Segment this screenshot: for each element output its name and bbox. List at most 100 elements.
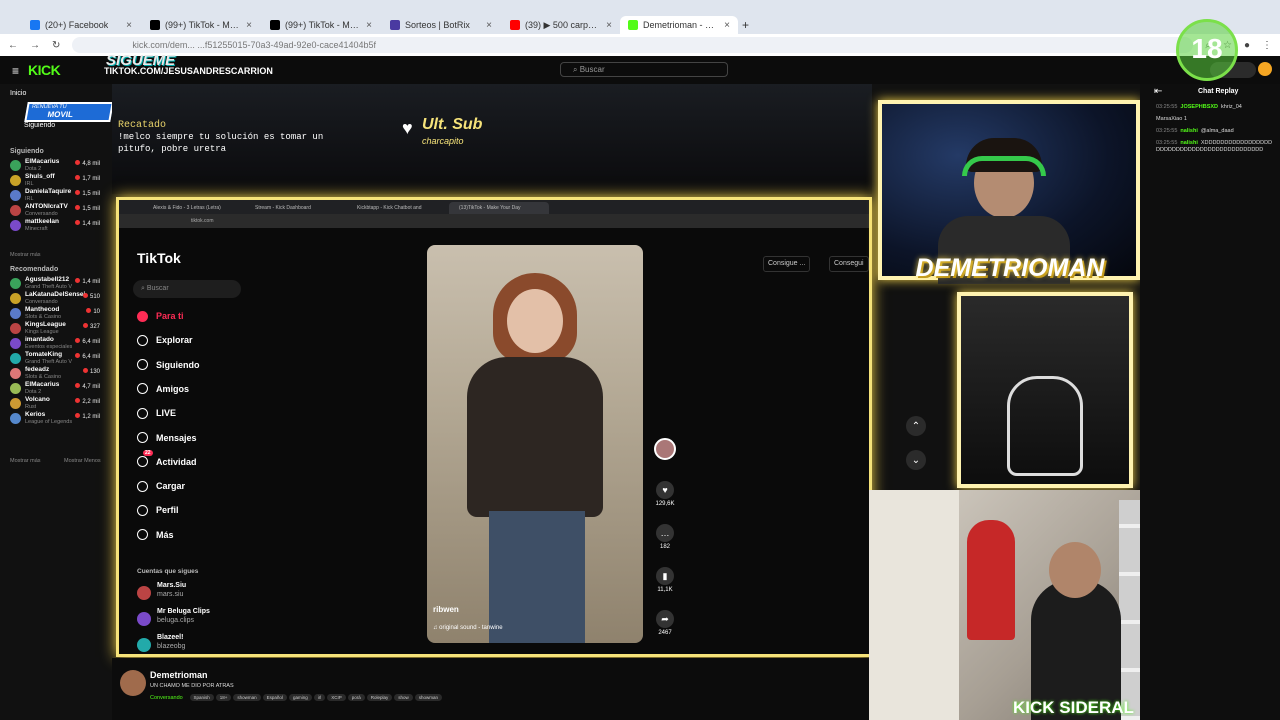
hamburger-menu-icon[interactable]: ≡: [12, 64, 19, 78]
sidebar-channel[interactable]: DanielaTaquire IRL 1,5 mil: [10, 188, 110, 204]
stream-tag[interactable]: porá: [347, 694, 365, 701]
new-tab-button[interactable]: +: [738, 16, 756, 34]
streamer-name-overlay: DEMETRIOMAN: [915, 254, 1105, 282]
browser-tab[interactable]: (99+) TikTok - Make Your Day×: [142, 16, 260, 34]
channel-avatar: [10, 220, 21, 231]
close-tab-icon[interactable]: ×: [126, 20, 132, 31]
streamer-webcam: [878, 100, 1140, 284]
channel-avatar[interactable]: [120, 670, 146, 696]
back-icon[interactable]: ←: [8, 40, 18, 51]
sidebar-channel[interactable]: Kerios League of Legends 1,2 mil: [10, 411, 110, 427]
kick-logo[interactable]: KICK: [28, 62, 61, 78]
sidebar-channel[interactable]: ANTONIcraTV Conversando 1,5 mil: [10, 203, 110, 219]
recommended-header: Recomendado: [10, 266, 59, 273]
show-less-link[interactable]: Mostrar Menos: [64, 458, 101, 464]
nav-following[interactable]: Siguiendo: [24, 122, 55, 129]
browser-tab[interactable]: (20+) Facebook ×: [22, 16, 140, 34]
channel-avatar: [10, 205, 21, 216]
profile-icon[interactable]: ●: [1244, 40, 1250, 51]
sidebar-channel[interactable]: KingsLeague Kings League 327: [10, 321, 110, 337]
video-subject-jacket: [467, 357, 603, 517]
nav-icon: [137, 310, 148, 322]
nav-icon: [137, 334, 148, 346]
channel-category: Dota 2: [25, 166, 42, 172]
stream-tag[interactable]: showman: [414, 694, 443, 701]
stream-tag[interactable]: Español: [262, 694, 287, 701]
close-tab-icon[interactable]: ×: [246, 20, 252, 31]
browser-tab-active[interactable]: Demetrioman - Watch the×: [620, 16, 738, 34]
sidebar-channel[interactable]: Volcano Rust 2,2 mil: [10, 396, 110, 412]
sidebar-channel[interactable]: ElMacarius Dota 2 4,8 mil: [10, 158, 110, 174]
event-overlay: Recatado !melco siempre tu solución es t…: [118, 120, 358, 160]
stream-tag[interactable]: Spanish: [189, 694, 214, 701]
channel-avatar: [10, 308, 21, 319]
stream-tag[interactable]: Roleplay: [366, 694, 393, 701]
channel-avatar: [10, 353, 21, 364]
menu-icon[interactable]: ⋮: [1262, 40, 1272, 51]
stream-tag[interactable]: showman: [233, 694, 261, 701]
sidebar-channel[interactable]: imantado Eventos especiales 6,4 mil: [10, 336, 110, 352]
viewer-count: 1,5 mil: [75, 205, 100, 212]
nav-home[interactable]: Inicio: [10, 90, 26, 97]
browser-tab[interactable]: Sorteos | BotRix ×: [382, 16, 500, 34]
sidebar-channel[interactable]: Manthecod Slots & Casino 10: [10, 306, 110, 322]
close-tab-icon[interactable]: ×: [606, 20, 612, 31]
chevron-up-icon: ⌃: [906, 416, 926, 436]
overlay-panel: [957, 292, 1133, 488]
nav-icon: [137, 383, 148, 395]
viewer-count: 2,2 mil: [75, 398, 100, 405]
show-more-link[interactable]: Mostrar más: [10, 252, 41, 258]
channel-name[interactable]: Demetrioman: [150, 670, 208, 680]
user-avatar[interactable]: [1258, 62, 1272, 76]
tiktok-nav-item: Amigos: [137, 379, 189, 399]
video-sound: ♫ original sound - tanwine: [433, 625, 503, 631]
chat-message: 03:25:55 JOSEPHBSXD khriz_04: [1156, 104, 1242, 110]
browser-tab[interactable]: (39) ▶ 500 carpas 🚨🚨 ALMO×: [502, 16, 620, 34]
close-tab-icon[interactable]: ×: [724, 20, 730, 31]
followed-account: Mars.Siu mars.siu: [137, 582, 247, 606]
sidebar-channel[interactable]: Agustabell212 Grand Theft Auto V 1,4 mil: [10, 276, 110, 292]
tiktok-nav-item: Actividad 22: [137, 449, 197, 472]
viewer-count: 4,7 mil: [75, 383, 100, 390]
sidebar-channel[interactable]: ElMacarius Dota 2 4,7 mil: [10, 381, 110, 397]
stream-tag[interactable]: irl: [313, 694, 326, 701]
inner-tab: Stream - Kick Dashboard: [255, 205, 311, 211]
channel-name: ANTONIcraTV: [25, 203, 68, 210]
share-icon: ➦: [656, 610, 674, 628]
tiktok-video: ribwen ♫ original sound - tanwine: [427, 245, 643, 643]
nav-icon: [137, 456, 148, 468]
url-input[interactable]: kick.com/dem... ...f51255015-70a3-49ad-9…: [72, 37, 1194, 53]
stream-tag[interactable]: show: [394, 694, 413, 701]
stream-tag[interactable]: 18+: [215, 694, 232, 701]
stream-tag[interactable]: gaming: [288, 694, 312, 701]
close-tab-icon[interactable]: ×: [486, 20, 492, 31]
collapse-chat-icon[interactable]: ⇤: [1154, 86, 1162, 97]
kick-search-input[interactable]: ⌕ Buscar: [560, 62, 728, 77]
show-more-link[interactable]: Mostrar más: [10, 458, 41, 464]
sidebar-channel[interactable]: LaKatanaDelSensei Conversando 510: [10, 291, 110, 307]
reload-icon[interactable]: ↻: [52, 40, 60, 51]
stream-category[interactable]: Conversando: [150, 695, 183, 701]
followed-account: Blazeel! blazeobg: [137, 634, 247, 654]
sidebar-channel[interactable]: Shuls_off IRL 1,7 mil: [10, 173, 110, 189]
stream-tag[interactable]: XCIP: [327, 694, 346, 701]
comment-icon: …: [656, 524, 674, 542]
channel-name: ElMacarius: [25, 381, 60, 388]
channel-category: Conversando: [25, 211, 58, 217]
video-subject-jeans: [489, 511, 585, 643]
age-rating-badge: 18: [1176, 19, 1238, 81]
viewer-count: 6,4 mil: [75, 353, 100, 360]
sidebar-channel[interactable]: fedeadz Slots & Casino 130: [10, 366, 110, 382]
channel-avatar: [10, 413, 21, 424]
following-accounts-header: Cuentas que sigues: [137, 568, 199, 575]
nav-icon: [137, 432, 148, 443]
close-tab-icon[interactable]: ×: [366, 20, 372, 31]
browser-tab[interactable]: (99+) TikTok - Make Your Day×: [262, 16, 380, 34]
chat-message: MarsaXiao 1: [1156, 116, 1187, 122]
sidebar-channel[interactable]: mattkeelan Minecraft 1,4 mil: [10, 218, 110, 234]
nav-icon: [137, 504, 148, 516]
forward-icon[interactable]: →: [30, 40, 40, 51]
sidebar-channel[interactable]: TomateKing Grand Theft Auto V 6,4 mil: [10, 351, 110, 367]
tiktok-nav-item: Mensajes: [137, 428, 197, 448]
stream-title: UN CHAMO ME DIO POR ATRAS: [150, 683, 234, 689]
